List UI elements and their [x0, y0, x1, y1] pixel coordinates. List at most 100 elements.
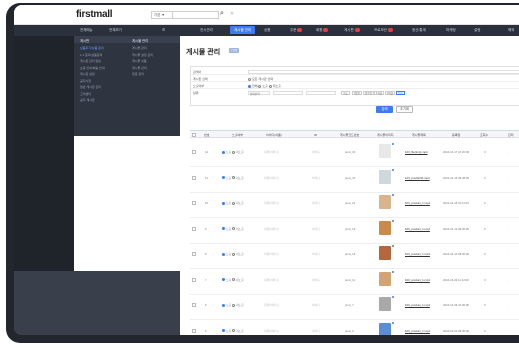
nav-item[interactable]: 해외	[508, 28, 514, 33]
date-end-input[interactable]	[306, 91, 336, 95]
submenu-item[interactable]: 쇼핑 안내/배송 안내	[80, 66, 105, 70]
submenu-item[interactable]: 게시물 설정 관리	[132, 53, 153, 57]
status-radio-shown[interactable]	[258, 84, 262, 88]
row-actions[interactable]: ···	[506, 303, 509, 307]
row-title-link[interactable]: 123_prod(123).mp4	[405, 176, 430, 180]
status-radio-hidden[interactable]	[231, 227, 235, 231]
status-radio-hidden[interactable]	[231, 329, 235, 333]
row-checkbox[interactable]	[192, 150, 196, 154]
submenu-item[interactable]: 상품후기/상품 문의	[80, 46, 104, 50]
row-actions[interactable]: ···	[506, 252, 509, 256]
submenu-item[interactable]: 공지 게시판	[80, 98, 95, 102]
nav-item[interactable]: 전시관리	[200, 28, 213, 33]
row-title-link[interactable]: 100_product_1.mp4	[405, 201, 430, 205]
nav-item[interactable]: 상품	[264, 28, 270, 33]
table-row[interactable]: 5 노출 미노출 회원(아이디) 아이디 prod_3 100_product_1.mp4…	[190, 318, 519, 335]
status-radio-shown[interactable]	[222, 150, 225, 154]
table-row[interactable]: 12 노출 미노출 회원(아이디) 아이디 prod_33 123_file(tmp).m…	[190, 139, 519, 167]
row-checkbox[interactable]	[192, 277, 196, 282]
row-checkbox[interactable]	[192, 175, 196, 180]
row-title-link[interactable]: 100_product_1.mp4	[405, 278, 430, 282]
date-range-button[interactable]: 1개월	[374, 91, 384, 95]
nav-item[interactable]: 설정	[474, 28, 480, 33]
date-type-select[interactable]: 날짜선택	[248, 91, 270, 96]
submenu-item[interactable]: 게시물 상품	[132, 59, 147, 63]
menu-toggle-icon[interactable]: ☰	[162, 28, 165, 32]
table-row[interactable]: 7 노출 미노출 회원(아이디) 아이디 prod_11 100_product_1.mp…	[190, 267, 519, 295]
search-button[interactable]: 검색	[376, 106, 393, 113]
select-all-checkbox[interactable]	[192, 133, 196, 137]
status-radio-hidden[interactable]	[231, 176, 235, 180]
row-checkbox[interactable]	[192, 226, 196, 231]
post-thumbnail[interactable]	[379, 169, 391, 184]
keyword-input[interactable]	[248, 70, 519, 74]
row-title-link[interactable]: 100_product_1.mp4	[405, 227, 430, 231]
logo[interactable]: firstmall	[76, 9, 113, 20]
board-radio[interactable]	[248, 77, 251, 81]
close-icon[interactable]: ✕	[230, 11, 234, 17]
nav-item[interactable]: 회원	[316, 28, 329, 33]
table-row[interactable]: 10 노출 미노출 회원(아이디) 아이디 prod_24 100_product_1.m…	[190, 190, 519, 218]
status-radio-shown[interactable]	[222, 303, 225, 307]
date-range-button[interactable]: 3일간	[352, 91, 362, 95]
row-title-link[interactable]: 100_product_1.mp4	[405, 252, 430, 256]
row-actions[interactable]: ···	[506, 201, 509, 205]
submenu-item[interactable]: 게시판 설정	[80, 72, 95, 76]
reset-button[interactable]: 초기화	[396, 106, 413, 113]
submenu-item[interactable]: 게시물 관리	[132, 46, 147, 50]
search-icon[interactable]: ⌕	[220, 10, 224, 18]
status-radio-shown[interactable]	[222, 201, 225, 205]
row-title-link[interactable]: 123_file(tmp).mp4	[405, 150, 428, 154]
submenu-item[interactable]: 게시판 관리 일반	[80, 59, 101, 63]
row-title-link[interactable]: 100_product_1.mp4	[405, 303, 430, 307]
search-scope-select[interactable]: 기본 ▼	[151, 11, 173, 19]
board-option[interactable]: 모든 게시판 선택	[248, 77, 273, 81]
status-radio-hidden[interactable]	[268, 84, 272, 88]
row-checkbox[interactable]	[192, 201, 196, 205]
post-thumbnail[interactable]	[379, 271, 391, 286]
submenu-item[interactable]: 댓글 관리	[132, 72, 144, 76]
status-radio-hidden[interactable]	[231, 150, 235, 154]
status-radio-shown[interactable]	[222, 278, 225, 282]
date-range-button[interactable]: 오늘	[341, 91, 350, 95]
post-thumbnail[interactable]	[379, 297, 391, 311]
status-radio-hidden[interactable]	[231, 252, 235, 256]
status-radio-hidden[interactable]	[231, 201, 235, 205]
submenu-item[interactable]: 공지사항	[80, 79, 91, 83]
row-actions[interactable]: ···	[506, 176, 509, 180]
nav-item[interactable]: 프로모션	[374, 28, 393, 33]
row-actions[interactable]: ···	[506, 227, 509, 231]
submenu-item[interactable]: 게시물 관리	[132, 66, 147, 70]
row-actions[interactable]: ···	[506, 329, 509, 333]
row-checkbox[interactable]	[192, 328, 196, 333]
nav-all-menu[interactable]: 전체메뉴	[80, 28, 93, 33]
post-thumbnail[interactable]	[379, 195, 391, 209]
post-thumbnail[interactable]	[379, 246, 391, 260]
submenu-item[interactable]: 1:1 문의/상품문의	[80, 53, 102, 57]
row-checkbox[interactable]	[192, 303, 196, 307]
row-title-link[interactable]: 100_product_1.mp4	[405, 329, 430, 333]
date-start-input[interactable]	[273, 91, 303, 95]
submenu-item[interactable]: 일반 게시판 관리	[80, 85, 101, 89]
submenu-item[interactable]: 고객센터	[80, 92, 91, 96]
row-actions[interactable]: ···	[506, 150, 509, 154]
status-radio-shown[interactable]	[222, 252, 225, 256]
post-thumbnail[interactable]	[379, 220, 391, 235]
table-row[interactable]: 6 노출 미노출 회원(아이디) 아이디 prod_7 100_product_1.mp4…	[190, 292, 519, 320]
nav-item[interactable]: 게시물 관리	[230, 26, 256, 34]
status-radio-shown[interactable]	[222, 329, 225, 333]
date-range-button[interactable]: 전체	[396, 91, 405, 95]
status-radio-hidden[interactable]	[231, 278, 235, 282]
post-thumbnail[interactable]	[379, 144, 391, 158]
nav-item[interactable]: 마케팅	[446, 28, 456, 33]
nav-item[interactable]: 게시판	[344, 28, 360, 33]
table-row[interactable]: 9 노출 미노출 회원(아이디) 아이디 prod_19 100_product_1.mp…	[190, 216, 519, 244]
search-input[interactable]	[173, 11, 219, 19]
status-radio-hidden[interactable]	[231, 303, 235, 307]
row-actions[interactable]: ···	[506, 278, 509, 282]
table-row[interactable]: 8 노출 미노출 회원(아이디) 아이디 prod_14 100_product_1.mp…	[190, 241, 519, 269]
nav-all-view[interactable]: 전체보기	[109, 28, 122, 33]
post-thumbnail[interactable]	[379, 322, 391, 335]
nav-item[interactable]: 주문	[290, 28, 303, 33]
status-radio-all[interactable]	[248, 84, 251, 88]
